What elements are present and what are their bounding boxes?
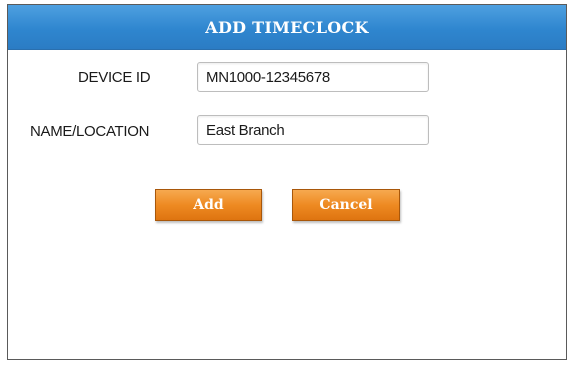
add-timeclock-dialog: ADD TIMECLOCK DEVICE ID NAME/LOCATION Ad… <box>7 4 567 360</box>
device-id-label: DEVICE ID <box>78 69 151 86</box>
add-button[interactable]: Add <box>155 189 262 221</box>
dialog-title: ADD TIMECLOCK <box>205 17 369 37</box>
cancel-button[interactable]: Cancel <box>292 189 400 221</box>
device-id-input[interactable] <box>197 62 429 92</box>
name-location-input[interactable] <box>197 115 429 145</box>
name-location-label: NAME/LOCATION <box>30 123 150 140</box>
dialog-title-bar: ADD TIMECLOCK <box>8 5 566 50</box>
